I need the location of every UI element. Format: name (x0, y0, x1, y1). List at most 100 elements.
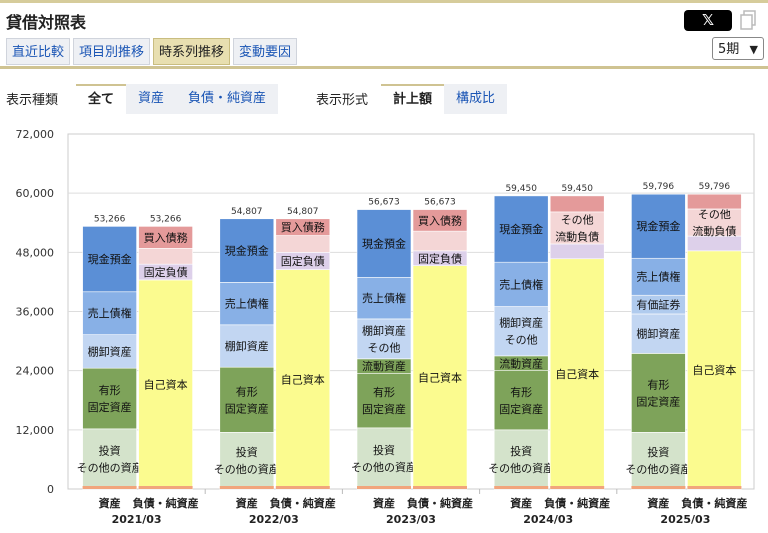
segment-label: その他の資産 (488, 462, 554, 475)
view-tabs: 直近比較 項目別推移 時系列推移 変動要因 (6, 38, 300, 66)
total-label: 59,796 (643, 182, 675, 192)
segment-label: 買入債務 (144, 230, 188, 244)
segment-label: 固定資産 (362, 402, 406, 416)
segment-label: 有形 (510, 385, 532, 399)
display-type-toggle: 全て 資産 負債・純資産 (76, 84, 279, 114)
segment-label: その他の資産 (351, 461, 417, 474)
tab-recent-comparison[interactable]: 直近比較 (6, 38, 71, 65)
liabilities-segment (275, 235, 331, 253)
base-stripe (82, 486, 137, 489)
base-stripe (357, 486, 411, 489)
segment-label: その他の資産 (625, 463, 691, 476)
assets-segment (493, 429, 549, 490)
total-label: 56,673 (424, 198, 456, 208)
tab-by-item[interactable]: 項目別推移 (73, 38, 151, 65)
y-tick-label: 12,000 (16, 424, 55, 437)
assets-segment (82, 367, 137, 430)
x-category-label: 負債・純資産 (270, 496, 336, 510)
segment-label: 有価証券 (636, 298, 680, 312)
liabilities-segment (549, 243, 605, 260)
display-type-all[interactable]: 全て (76, 84, 127, 114)
liabilities-segment (138, 248, 193, 265)
segment-label: 現金預金 (88, 252, 132, 266)
segment-label: 棚卸資産 (499, 316, 543, 330)
segment-label: その他 (505, 334, 538, 347)
liabilities-segment (549, 195, 605, 213)
segment-label: 固定資産 (499, 402, 543, 416)
x-share-button[interactable]: 𝕏 (684, 10, 732, 31)
liabilities-segment (412, 230, 468, 252)
display-format-amount[interactable]: 計上額 (381, 84, 445, 114)
segment-label: 有形 (647, 377, 669, 391)
segment-label: 売上債権 (499, 277, 543, 291)
x-category-label: 負債・純資産 (407, 496, 473, 510)
segment-label: 有形 (99, 383, 121, 397)
assets-segment (82, 428, 137, 490)
segment-label: 自己資本 (144, 377, 188, 391)
segment-label: その他の資産 (214, 463, 280, 476)
segment-label: 現金預金 (362, 237, 406, 251)
period-select-value: 5期 (718, 42, 740, 57)
segment-label: その他の資産 (77, 461, 143, 474)
base-stripe (138, 486, 193, 489)
segment-label: 投資 (373, 443, 395, 457)
liabilities-segment (687, 235, 742, 252)
total-label: 59,450 (561, 184, 593, 194)
segment-label: 棚卸資産 (88, 344, 132, 358)
base-stripe (550, 486, 605, 489)
display-type-liabilities[interactable]: 負債・純資産 (176, 84, 278, 114)
base-stripe (413, 486, 467, 489)
total-label: 56,673 (368, 198, 400, 208)
total-label: 59,450 (505, 184, 537, 194)
x-category-label: 資産 (99, 496, 121, 510)
segment-label: 固定負債 (281, 254, 325, 268)
y-tick-label: 60,000 (16, 187, 55, 200)
x-category-label: 資産 (236, 496, 258, 510)
segment-label: その他 (698, 208, 731, 221)
segment-label: 流動負債 (692, 224, 736, 238)
balance-sheet-chart: 012,00024,00036,00048,00060,00072,000投資そ… (16, 128, 755, 526)
display-format-toggle: 計上額 構成比 (381, 84, 508, 114)
x-period-label: 2021/03 (112, 513, 162, 526)
segment-label: 投資 (510, 444, 532, 458)
segment-label: 自己資本 (418, 370, 462, 384)
segment-label: 有形 (373, 385, 395, 399)
x-category-label: 負債・純資産 (681, 496, 747, 510)
base-stripe (494, 486, 549, 489)
total-label: 59,796 (699, 182, 731, 192)
x-category-label: 資産 (647, 496, 669, 510)
tab-time-series[interactable]: 時系列推移 (153, 38, 231, 65)
base-stripe (631, 486, 686, 489)
segment-label: 流動負債 (555, 229, 599, 243)
assets-segment (219, 366, 275, 433)
copy-icon[interactable] (740, 10, 756, 30)
x-period-label: 2023/03 (386, 513, 436, 526)
period-select[interactable]: 5期 ▼ (712, 37, 764, 60)
x-period-label: 2025/03 (660, 513, 710, 526)
base-stripe (219, 486, 274, 489)
segment-label: 自己資本 (281, 372, 325, 386)
base-stripe (687, 486, 742, 489)
segment-label: 固定負債 (144, 265, 188, 279)
display-format-ratio[interactable]: 構成比 (444, 84, 507, 114)
segment-label: 棚卸資産 (225, 339, 269, 353)
segment-label: 固定資産 (636, 394, 680, 408)
segment-label: 固定負債 (418, 251, 462, 265)
tab-divider (0, 66, 768, 69)
top-border (0, 0, 768, 3)
segment-label: 流動資産 (362, 359, 406, 373)
y-tick-label: 0 (47, 483, 54, 496)
display-type-assets[interactable]: 資産 (126, 84, 176, 114)
total-label: 53,266 (150, 214, 182, 224)
segment-label: 流動資産 (499, 356, 543, 370)
base-stripe (275, 486, 330, 489)
y-tick-label: 36,000 (16, 306, 55, 319)
total-label: 54,807 (287, 207, 319, 217)
segment-label: 投資 (99, 443, 121, 457)
segment-label: 現金預金 (636, 219, 680, 233)
x-category-label: 負債・純資産 (133, 496, 199, 510)
tab-change-factors[interactable]: 変動要因 (233, 38, 298, 65)
assets-segment (356, 427, 412, 490)
x-category-label: 負債・純資産 (544, 496, 610, 510)
segment-label: 現金預金 (225, 244, 269, 258)
